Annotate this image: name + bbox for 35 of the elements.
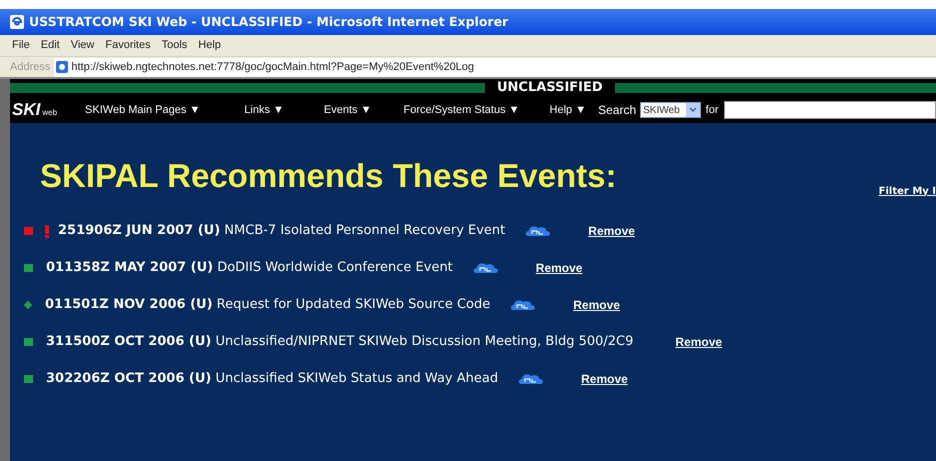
event-title[interactable]: 251906Z JUN 2007 (U) NMCB-7 Isolated Personnel Recovery Event xyxy=(58,221,506,241)
classification-label: UNCLASSIFIED xyxy=(497,79,603,98)
menu-item[interactable]: View xyxy=(70,37,94,54)
scope-dropdown[interactable]: SKIWeb xyxy=(640,102,701,118)
address-field[interactable]: http://skiweb.ngtechnotes.net:7778/goc/gocMain.html?Page=My%20Event%20Log xyxy=(54,58,936,76)
menu-item[interactable]: Edit xyxy=(40,37,60,54)
browser-icon xyxy=(10,15,24,29)
search-label: Search xyxy=(597,102,636,119)
window-title: USSTRATCOM SKI Web - UNCLASSIFIED - Microsoft Internet Explorer xyxy=(29,12,508,31)
for-label: for xyxy=(706,102,718,118)
nav-menu[interactable]: Events ▼ xyxy=(324,102,372,118)
page-icon xyxy=(56,61,68,73)
nav-menu[interactable]: Help ▼ xyxy=(550,102,586,118)
menu-item[interactable]: Favorites xyxy=(105,37,151,54)
remove-link[interactable]: Remove xyxy=(588,222,635,240)
logo: SKI xyxy=(12,99,40,122)
event-title[interactable]: 302206Z OCT 2006 (U) Unclassified SKIWeb Status and Way Ahead xyxy=(46,369,498,389)
logo-subtitle: web xyxy=(42,107,58,119)
menu-item[interactable]: Tools xyxy=(162,37,188,54)
remove-link[interactable]: Remove xyxy=(536,259,582,277)
menu-item[interactable]: Help xyxy=(198,37,221,54)
address-label: Address xyxy=(10,60,50,75)
nav-menu[interactable]: SKIWeb Main Pages ▼ xyxy=(85,102,200,118)
nav-menu[interactable]: Force/System Status ▼ xyxy=(403,102,520,118)
menu-item[interactable]: File xyxy=(12,37,30,54)
filter-link[interactable]: Filter My I xyxy=(878,184,936,198)
remove-link[interactable]: Remove xyxy=(675,333,722,351)
event-title[interactable]: 311500Z OCT 2006 (U) Unclassified/NIPRNET SKIWeb Discussion Meeting, Bldg 500/2C9 xyxy=(46,332,634,352)
remove-link[interactable]: Remove xyxy=(581,370,628,388)
event-title[interactable]: 011501Z NOV 2006 (U) Request for Updated SKIWeb Source Code xyxy=(45,295,490,315)
page-heading: SKIPAL Recommends These Events: xyxy=(40,156,616,196)
event-title[interactable]: 011358Z MAY 2007 (U) DoDIIS Worldwide Conference Event xyxy=(46,258,453,278)
nav-menu[interactable]: Links ▼ xyxy=(244,102,284,118)
search-field[interactable] xyxy=(724,101,936,119)
remove-link[interactable]: Remove xyxy=(573,296,620,314)
